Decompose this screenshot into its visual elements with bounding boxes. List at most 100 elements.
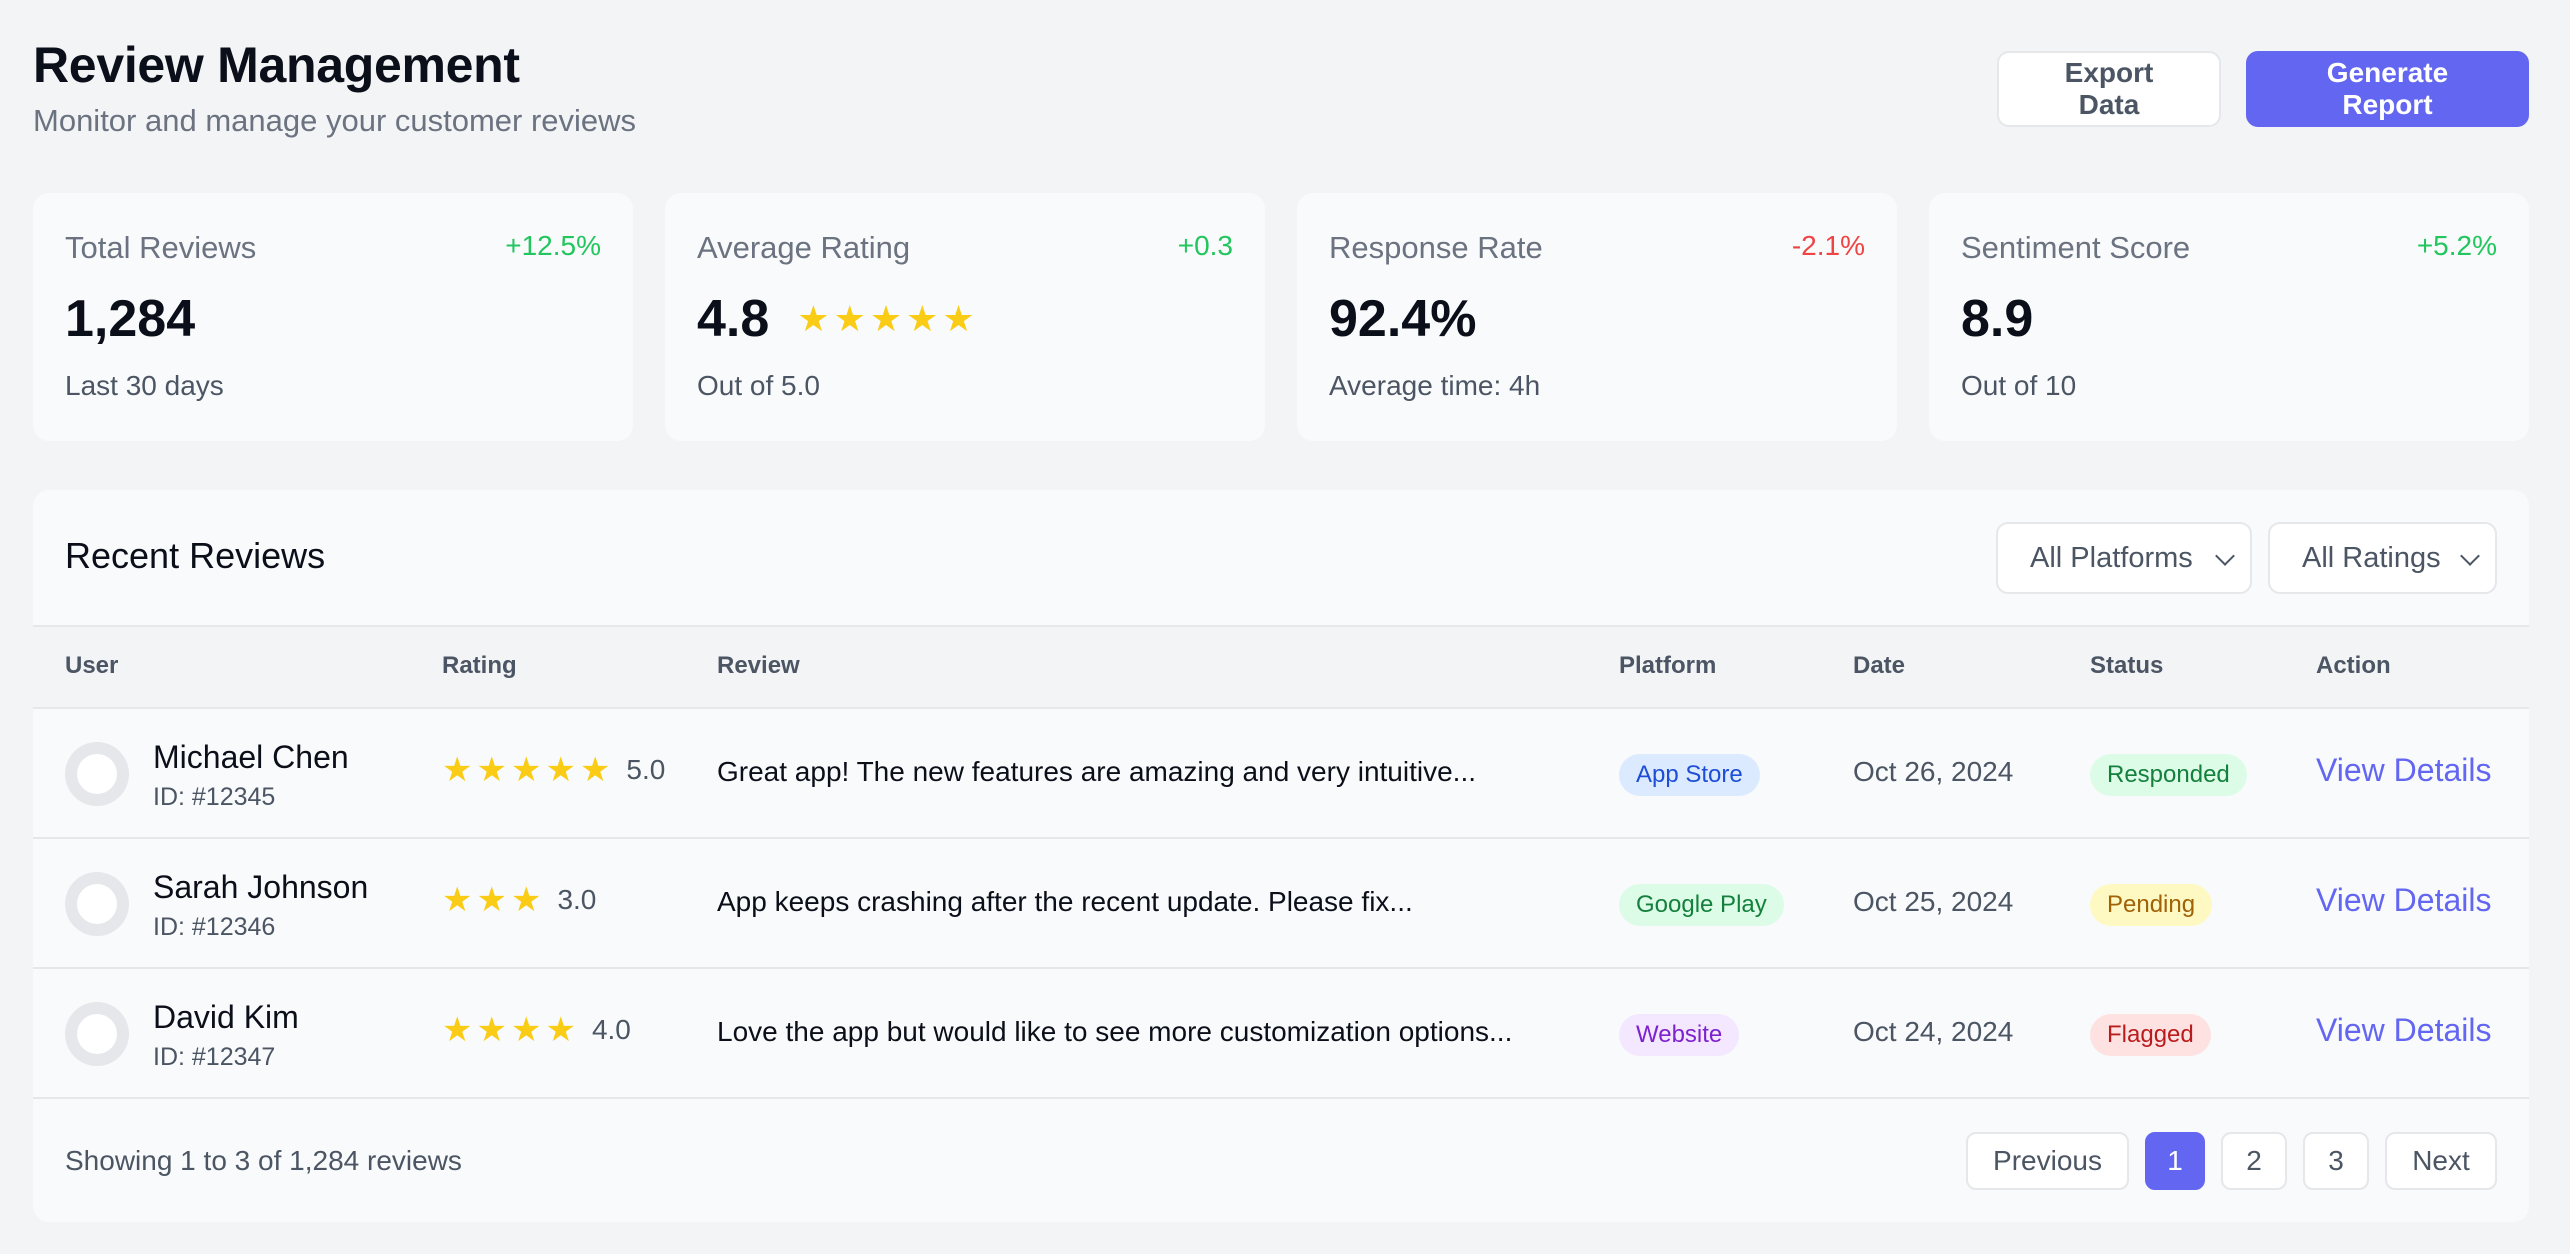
avatar (65, 1002, 129, 1066)
star-icon: ★ (442, 1011, 473, 1049)
star-icon: ★ (510, 881, 542, 919)
rating-stars: ★ ★ ★ ★ ★ (442, 753, 610, 787)
platform-badge: App Store (1619, 754, 1760, 796)
view-details-link[interactable]: View Details (2316, 752, 2491, 789)
platform-badge: Website (1619, 1014, 1740, 1056)
avatar (65, 742, 129, 806)
rating-filter-select[interactable]: All Ratings (2268, 522, 2497, 594)
filters: All Platforms All Ratings (1996, 522, 2497, 594)
stat-delta: +12.5% (505, 230, 601, 261)
status-badge: Pending (2090, 884, 2213, 926)
stat-label: Total Reviews (65, 230, 257, 265)
review-text: App keeps crashing after the recent upda… (717, 886, 1413, 917)
stat-value: 8.9 (1961, 289, 2033, 349)
table-header: User Rating Review Platform Date Status … (33, 627, 2529, 709)
star-icon: ★ (869, 298, 903, 339)
rating-value: 5.0 (626, 754, 666, 785)
pagination: Previous 1 2 3 Next (1966, 1132, 2497, 1190)
page-button-2[interactable]: 2 (2221, 1132, 2287, 1190)
column-header-platform: Platform (1619, 652, 1717, 679)
stat-value: 1,284 (65, 289, 195, 349)
star-icon: ★ (442, 881, 473, 919)
star-icon: ★ (545, 751, 576, 789)
header-actions: Export Data Generate Report (1997, 51, 2529, 127)
table-row: David Kim ID: #12347 ★ ★ ★ ★ 4.0 Love th… (33, 969, 2529, 1099)
panel-title: Recent Reviews (65, 535, 326, 576)
star-icon: ★ (510, 1011, 542, 1049)
star-icon: ★ (476, 751, 507, 789)
stat-label: Response Rate (1329, 230, 1543, 265)
panel-header: Recent Reviews All Platforms All Ratings (33, 490, 2529, 627)
recent-reviews-panel: Recent Reviews All Platforms All Ratings… (33, 490, 2529, 1222)
rating-filter-value: All Ratings (2302, 541, 2441, 574)
generate-report-button[interactable]: Generate Report (2246, 51, 2529, 127)
stat-delta: +0.3 (1177, 230, 1233, 261)
stat-delta: -2.1% (1791, 230, 1865, 261)
avatar (65, 872, 129, 936)
chevron-down-icon (2215, 546, 2235, 566)
review-text: Great app! The new features are amazing … (717, 756, 1477, 787)
stat-label: Average Rating (697, 230, 911, 265)
star-icon: ★ (476, 881, 507, 919)
rating-value: 3.0 (557, 884, 597, 915)
view-details-link[interactable]: View Details (2316, 882, 2491, 919)
user-id: ID: #12346 (153, 913, 276, 941)
user-name: Sarah Johnson (153, 869, 369, 905)
review-date: Oct 24, 2024 (1853, 1016, 2014, 1047)
results-summary: Showing 1 to 3 of 1,284 reviews (65, 1145, 462, 1176)
column-header-status: Status (2090, 652, 2164, 679)
column-header-review: Review (717, 652, 800, 679)
stat-card-response-rate: Response Rate -2.1% 92.4% Average time: … (1297, 193, 1897, 441)
page: Review Management Monitor and manage you… (0, 0, 2570, 1254)
user-id: ID: #12347 (153, 1043, 276, 1071)
review-date: Oct 26, 2024 (1853, 756, 2014, 787)
page-title: Review Management (33, 37, 520, 93)
stat-delta: +5.2% (2416, 230, 2497, 261)
next-page-button[interactable]: Next (2385, 1132, 2497, 1190)
chevron-down-icon (2460, 546, 2480, 566)
rating-stars: ★ ★ ★ ★ (442, 1013, 576, 1047)
column-header-date: Date (1853, 652, 1906, 679)
user-name: David Kim (153, 999, 299, 1035)
rating: ★ ★ ★ ★ 4.0 (442, 1013, 631, 1047)
page-button-1[interactable]: 1 (2145, 1132, 2205, 1190)
stat-note: Last 30 days (65, 370, 224, 401)
page-subtitle: Monitor and manage your customer reviews (33, 103, 637, 138)
rating: ★ ★ ★ ★ ★ 5.0 (442, 753, 665, 787)
column-header-rating: Rating (442, 652, 517, 679)
review-text: Love the app but would like to see more … (717, 1016, 1513, 1047)
platform-filter-select[interactable]: All Platforms (1996, 522, 2252, 594)
star-icon: ★ (942, 298, 975, 339)
view-details-link[interactable]: View Details (2316, 1012, 2491, 1049)
status-badge: Flagged (2090, 1014, 2211, 1056)
page-header: Review Management Monitor and manage you… (33, 0, 2529, 160)
star-icon: ★ (797, 298, 830, 339)
stat-value: 92.4% (1329, 289, 1476, 349)
rating: ★ ★ ★ 3.0 (442, 883, 596, 917)
column-header-action: Action (2316, 652, 2391, 679)
star-icon: ★ (442, 751, 473, 789)
star-icon: ★ (579, 751, 611, 789)
stat-card-sentiment-score: Sentiment Score +5.2% 8.9 Out of 10 (1929, 193, 2529, 441)
stat-note: Out of 5.0 (697, 370, 820, 401)
user-id: ID: #12345 (153, 783, 276, 811)
stat-value: 4.8 ★ ★ ★ ★ ★ (697, 289, 975, 349)
average-rating-stars: ★ ★ ★ ★ ★ (797, 301, 974, 337)
page-button-3[interactable]: 3 (2303, 1132, 2369, 1190)
rating-stars: ★ ★ ★ (442, 883, 541, 917)
stat-card-average-rating: Average Rating +0.3 4.8 ★ ★ ★ ★ ★ Out of… (665, 193, 1265, 441)
star-icon: ★ (476, 1011, 507, 1049)
stats-row: Total Reviews +12.5% 1,284 Last 30 days … (33, 193, 2529, 441)
stat-value-text: 92.4% (1329, 290, 1477, 348)
previous-page-button[interactable]: Previous (1966, 1132, 2129, 1190)
star-icon: ★ (510, 751, 542, 789)
stat-label: Sentiment Score (1961, 230, 2191, 265)
status-badge: Responded (2090, 754, 2247, 796)
export-data-button[interactable]: Export Data (1997, 51, 2221, 127)
user-name: Michael Chen (153, 739, 349, 775)
stat-value-text: 8.9 (1961, 290, 2034, 348)
star-icon: ★ (906, 298, 939, 339)
rating-value: 4.0 (591, 1014, 631, 1045)
table-row: Sarah Johnson ID: #12346 ★ ★ ★ 3.0 App k… (33, 839, 2529, 969)
platform-filter-value: All Platforms (2030, 541, 2193, 574)
